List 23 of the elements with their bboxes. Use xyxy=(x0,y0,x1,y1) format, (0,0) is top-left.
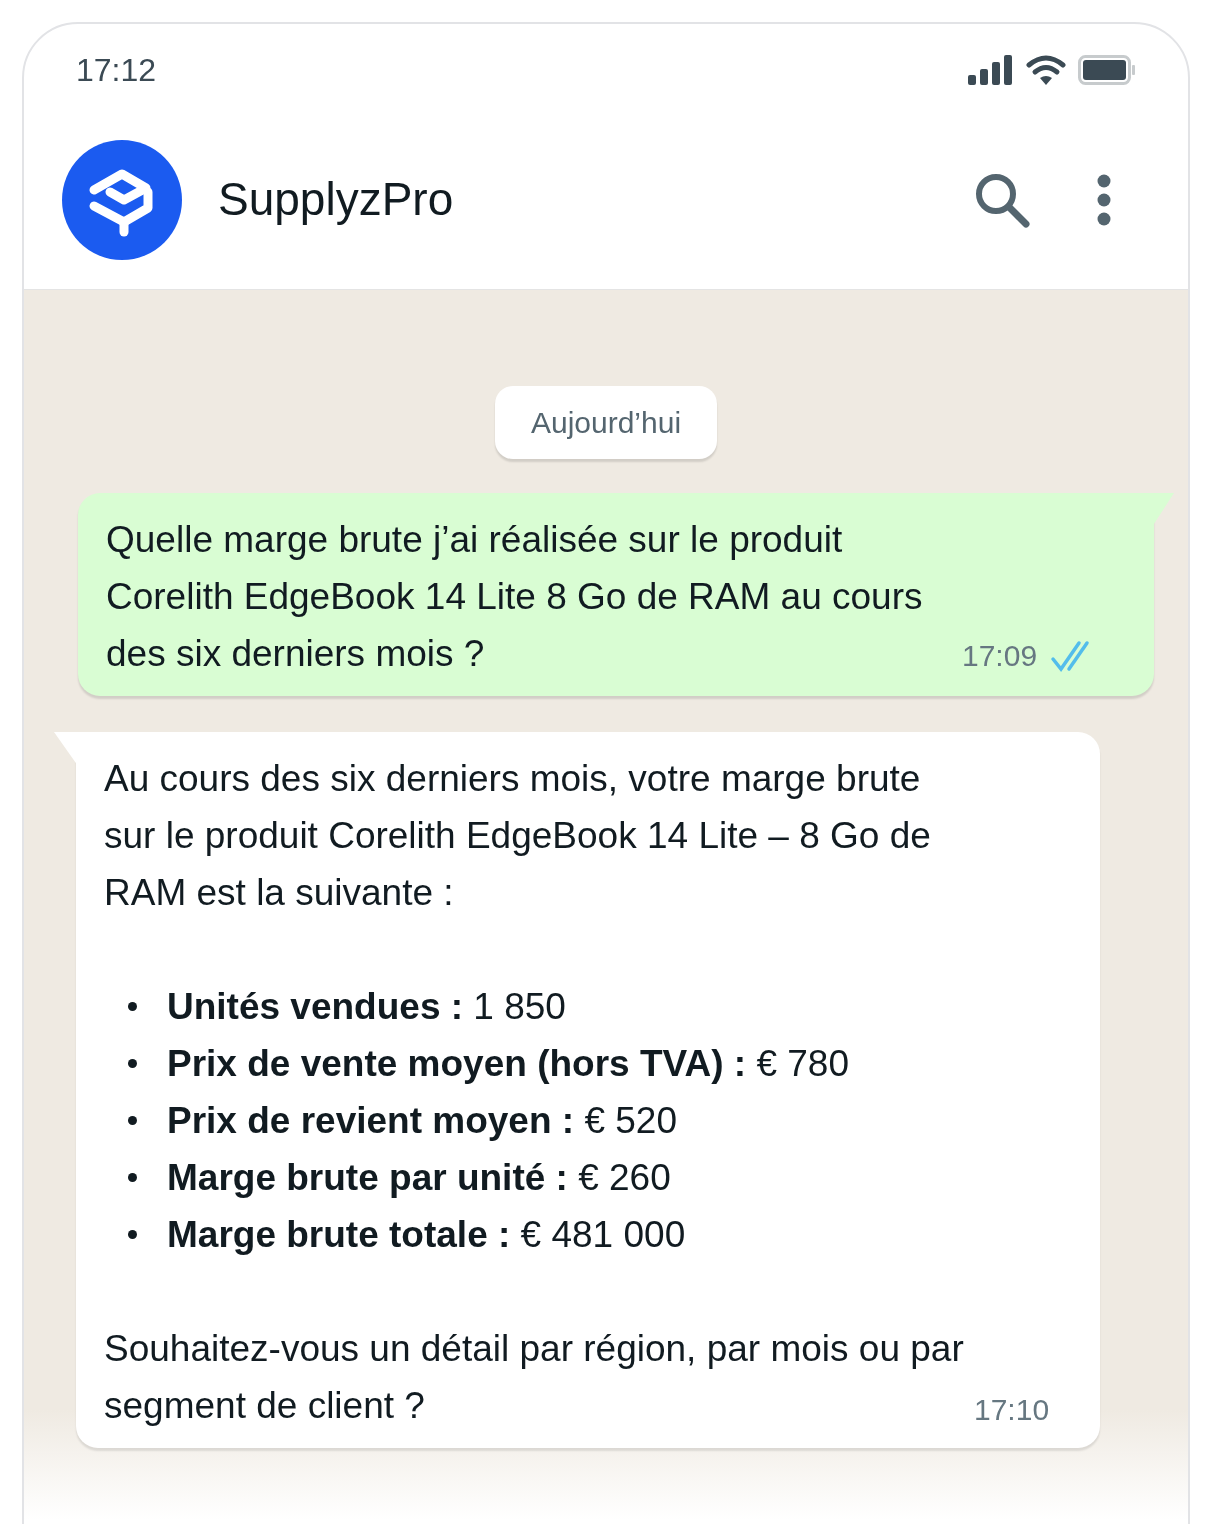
battery-icon xyxy=(1078,55,1136,85)
message-text: Souhaitez-vous un détail par région, par mois ou par segment de client ? xyxy=(104,1327,965,1428)
message-time: 17:09 xyxy=(962,638,1038,674)
bullet-icon xyxy=(128,1173,137,1182)
list-item-text: Prix de revient moyen : € 520 xyxy=(167,1099,678,1143)
message-text: Quelle marge brute j’ai réalisée sur le produit Corelith EdgeBook 14 Lite 8 Go de RAM au cours des six derniers mois ? xyxy=(106,518,924,676)
list-item-text: Marge brute par unité : € 260 xyxy=(167,1156,671,1200)
message-text: Au cours des six derniers mois, votre marge brute sur le produit Corelith EdgeBook 14 Lite – 8 Go de RAM est la suivante : xyxy=(104,757,932,915)
signal-icon xyxy=(968,55,1014,85)
more-options-icon[interactable] xyxy=(1096,173,1112,226)
wifi-icon xyxy=(1026,55,1066,85)
list-item-text: Unités vendues : 1 850 xyxy=(167,985,566,1029)
bullet-icon xyxy=(128,1116,137,1125)
date-chip: Aujourd’hui xyxy=(494,386,718,459)
bullet-icon xyxy=(128,1230,137,1239)
list-item-text: Prix de vente moyen (hors TVA) : € 780 xyxy=(167,1042,849,1086)
bullet-icon xyxy=(128,1059,137,1068)
message-time: 17:10 xyxy=(974,1392,1050,1428)
chat-title: SupplyzPro xyxy=(218,172,455,227)
list-item-text: Marge brute totale : € 481 000 xyxy=(167,1213,686,1257)
bullet-icon xyxy=(128,1002,137,1011)
status-time: 17:12 xyxy=(76,51,157,90)
logo-icon xyxy=(62,139,182,260)
